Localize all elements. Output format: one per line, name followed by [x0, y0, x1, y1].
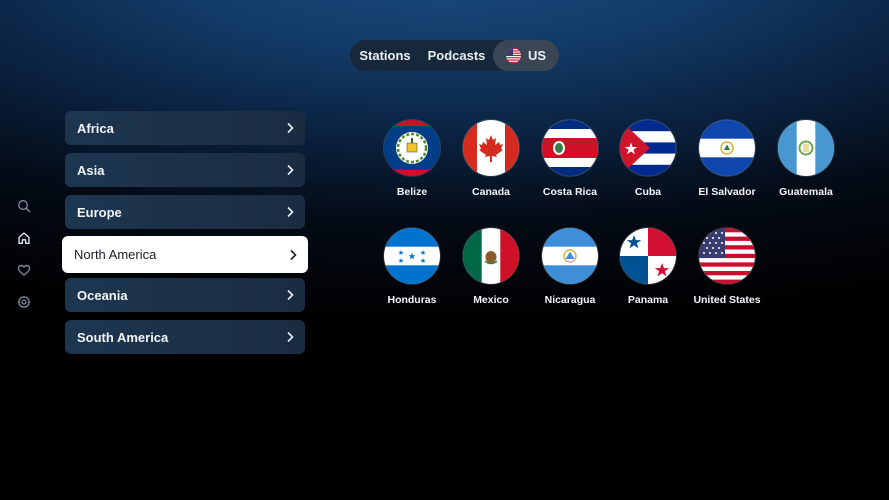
country-item-cuba[interactable]: Cuba: [608, 120, 688, 198]
panama-flag-icon: [620, 228, 676, 284]
country-item-canada[interactable]: Canada: [451, 120, 531, 198]
country-item-panama[interactable]: Panama: [608, 228, 688, 306]
region-item-africa[interactable]: Africa: [65, 111, 305, 145]
country-item-belize[interactable]: Belize: [372, 120, 452, 198]
honduras-flag-icon: [384, 228, 440, 284]
region-label: Asia: [77, 162, 105, 178]
country-item-el-salvador[interactable]: El Salvador: [687, 120, 767, 198]
country-item-united-states[interactable]: United States: [687, 228, 767, 306]
tab-country-us[interactable]: US: [493, 40, 559, 71]
region-label: North America: [74, 247, 157, 262]
region-label: Oceania: [77, 287, 128, 303]
costa-rica-flag-icon: [542, 120, 598, 176]
tab-country-us-label: US: [527, 48, 547, 63]
country-name: Honduras: [387, 294, 437, 306]
top-navigation: Stations Podcasts US: [350, 40, 559, 71]
country-item-mexico[interactable]: Mexico: [451, 228, 531, 306]
country-name: Nicaragua: [544, 294, 596, 306]
guatemala-flag-icon: [778, 120, 834, 176]
region-item-north-america[interactable]: North America: [62, 236, 308, 273]
country-item-nicaragua[interactable]: Nicaragua: [530, 228, 610, 306]
chevron-right-icon: [287, 331, 294, 343]
country-name: Mexico: [473, 294, 509, 306]
chevron-right-icon: [290, 249, 297, 260]
tab-podcasts[interactable]: Podcasts: [420, 40, 493, 71]
country-name: El Salvador: [698, 186, 756, 198]
chevron-right-icon: [287, 122, 294, 134]
country-name: Guatemala: [779, 186, 833, 198]
region-label: South America: [77, 329, 169, 345]
cuba-flag-icon: [620, 120, 676, 176]
country-item-costa-rica[interactable]: Costa Rica: [530, 120, 610, 198]
country-name: Belize: [396, 186, 428, 198]
country-item-guatemala[interactable]: Guatemala: [766, 120, 846, 198]
region-item-south-america[interactable]: South America: [65, 320, 305, 354]
united-states-flag-icon: [699, 228, 755, 284]
heart-icon[interactable]: [14, 260, 34, 280]
country-name: Costa Rica: [542, 186, 598, 198]
region-item-europe[interactable]: Europe: [65, 195, 305, 229]
country-item-honduras[interactable]: Honduras: [372, 228, 452, 306]
search-icon[interactable]: [14, 196, 34, 216]
gear-icon[interactable]: [14, 292, 34, 312]
country-name: United States: [693, 294, 761, 306]
country-name: Canada: [472, 186, 510, 198]
nicaragua-flag-icon: [542, 228, 598, 284]
country-name: Panama: [627, 294, 669, 306]
mexico-flag-icon: [463, 228, 519, 284]
el-salvador-flag-icon: [699, 120, 755, 176]
belize-flag-icon: [384, 120, 440, 176]
canada-flag-icon: [463, 120, 519, 176]
region-item-oceania[interactable]: Oceania: [65, 278, 305, 312]
chevron-right-icon: [287, 289, 294, 301]
chevron-right-icon: [287, 164, 294, 176]
chevron-right-icon: [287, 206, 294, 218]
country-name: Cuba: [634, 186, 662, 198]
us-flag-icon: [505, 48, 521, 63]
region-item-asia[interactable]: Asia: [65, 153, 305, 187]
region-label: Africa: [77, 120, 114, 136]
home-icon[interactable]: [14, 228, 34, 248]
region-label: Europe: [77, 204, 122, 220]
tab-stations[interactable]: Stations: [350, 40, 420, 71]
